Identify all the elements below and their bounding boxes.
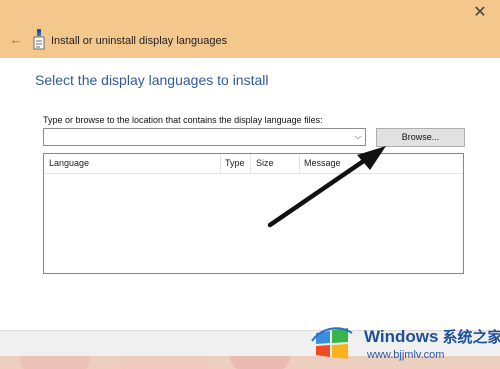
- language-file-path-input[interactable]: [43, 128, 366, 146]
- column-header-message[interactable]: Message: [299, 154, 459, 173]
- watermark-title: Windows 系统之家: [364, 326, 500, 347]
- column-header-type[interactable]: Type: [220, 154, 252, 173]
- instruction-label: Type or browse to the location that cont…: [43, 115, 323, 125]
- language-list[interactable]: Language Type Size Message: [43, 153, 464, 274]
- column-header-size[interactable]: Size: [251, 154, 301, 173]
- list-header: Language Type Size Message: [44, 154, 463, 174]
- watermark: Windows 系统之家 www.bjjmlv.com: [300, 318, 500, 369]
- window-title: Install or uninstall display languages: [51, 35, 228, 47]
- dialog-window: ← Install or uninstall display languages…: [0, 0, 500, 356]
- title-bar: ← Install or uninstall display languages…: [0, 0, 500, 58]
- column-header-language[interactable]: Language: [44, 154, 224, 173]
- watermark-title-cn: 系统之家: [442, 329, 500, 346]
- browse-button[interactable]: Browse...: [376, 128, 465, 147]
- windows-logo-icon: [311, 327, 353, 359]
- back-arrow-icon[interactable]: ←: [9, 33, 23, 47]
- chevron-down-icon[interactable]: ⌵: [352, 130, 364, 144]
- language-app-icon: [33, 29, 45, 50]
- screen: ← Install or uninstall display languages…: [0, 0, 500, 369]
- watermark-url: www.bjjmlv.com: [367, 349, 445, 361]
- watermark-title-en: Windows: [364, 327, 439, 346]
- close-icon[interactable]: ✕: [472, 5, 488, 21]
- page-heading: Select the display languages to install: [35, 72, 269, 88]
